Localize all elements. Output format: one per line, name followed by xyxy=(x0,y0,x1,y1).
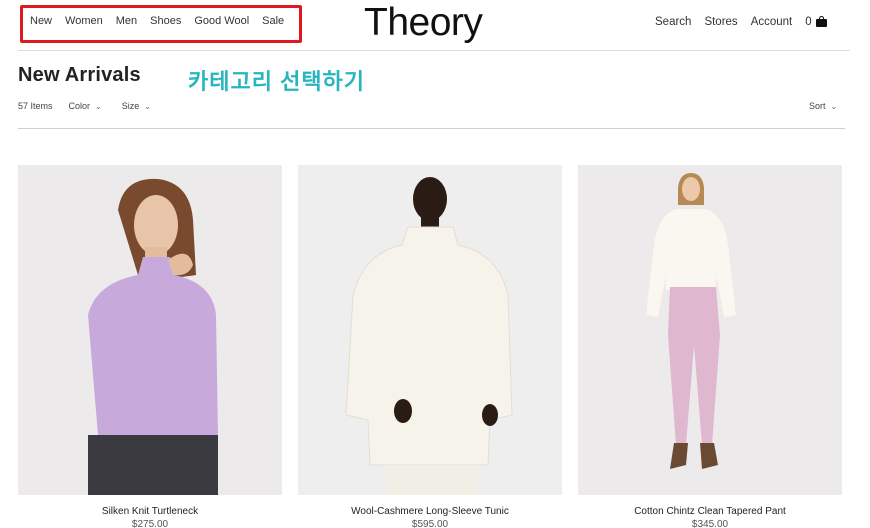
chevron-down-icon: ⌄ xyxy=(830,102,838,111)
product-image[interactable] xyxy=(18,165,282,495)
product-image[interactable] xyxy=(578,165,842,495)
sort-dropdown[interactable]: Sort ⌄ xyxy=(809,101,837,111)
product-price: $275.00 xyxy=(131,519,169,528)
nav-item-good-wool[interactable]: Good Wool xyxy=(194,15,249,27)
brand-logo[interactable]: Theory xyxy=(364,1,483,45)
nav-item-shoes[interactable]: Shoes xyxy=(150,15,181,27)
category-nav: New Women Men Shoes Good Wool Sale xyxy=(30,15,297,27)
size-filter-label: Size xyxy=(121,101,140,111)
nav-item-sale[interactable]: Sale xyxy=(262,15,284,27)
color-filter-label: Color xyxy=(68,101,91,111)
annotation-text: 카테고리 선택하기 xyxy=(188,69,366,94)
nav-item-men[interactable]: Men xyxy=(116,15,137,27)
chevron-down-icon: ⌄ xyxy=(144,102,151,111)
search-link[interactable]: Search xyxy=(655,16,691,28)
product-image[interactable] xyxy=(298,165,562,495)
filter-divider xyxy=(18,128,845,129)
site-header: New Women Men Shoes Good Wool Sale Theor… xyxy=(0,0,870,50)
product-price: $345.00 xyxy=(691,519,729,528)
chevron-down-icon: ⌄ xyxy=(95,102,102,111)
account-link[interactable]: Account xyxy=(751,16,793,28)
product-name[interactable]: Cotton Chintz Clean Tapered Pant xyxy=(578,506,842,517)
nav-item-women[interactable]: Women xyxy=(65,15,103,27)
product-name[interactable]: Wool-Cashmere Long-Sleeve Tunic xyxy=(298,506,562,517)
utility-nav: Search Stores Account 0 xyxy=(655,15,827,28)
shopping-bag-icon[interactable] xyxy=(815,15,827,27)
product-card[interactable]: Cotton Chintz Clean Tapered Pant $345.00 xyxy=(578,165,842,528)
product-card[interactable]: Silken Knit Turtleneck $275.00 xyxy=(18,165,282,528)
product-name[interactable]: Silken Knit Turtleneck xyxy=(18,506,282,517)
product-card[interactable]: Wool-Cashmere Long-Sleeve Tunic $595.00 xyxy=(298,165,562,528)
stores-link[interactable]: Stores xyxy=(704,16,737,28)
page-title: New Arrivals xyxy=(18,64,141,86)
sort-label: Sort xyxy=(809,101,826,111)
color-filter[interactable]: Color ⌄ xyxy=(69,101,102,111)
product-price: $595.00 xyxy=(411,519,449,528)
header-divider xyxy=(18,50,850,51)
item-count: 57 Items xyxy=(18,101,53,111)
bag-count[interactable]: 0 xyxy=(805,16,811,28)
nav-item-new[interactable]: New xyxy=(30,15,52,27)
size-filter[interactable]: Size ⌄ xyxy=(122,101,151,111)
filter-bar: 57 Items Color ⌄ Size ⌄ xyxy=(18,101,171,111)
